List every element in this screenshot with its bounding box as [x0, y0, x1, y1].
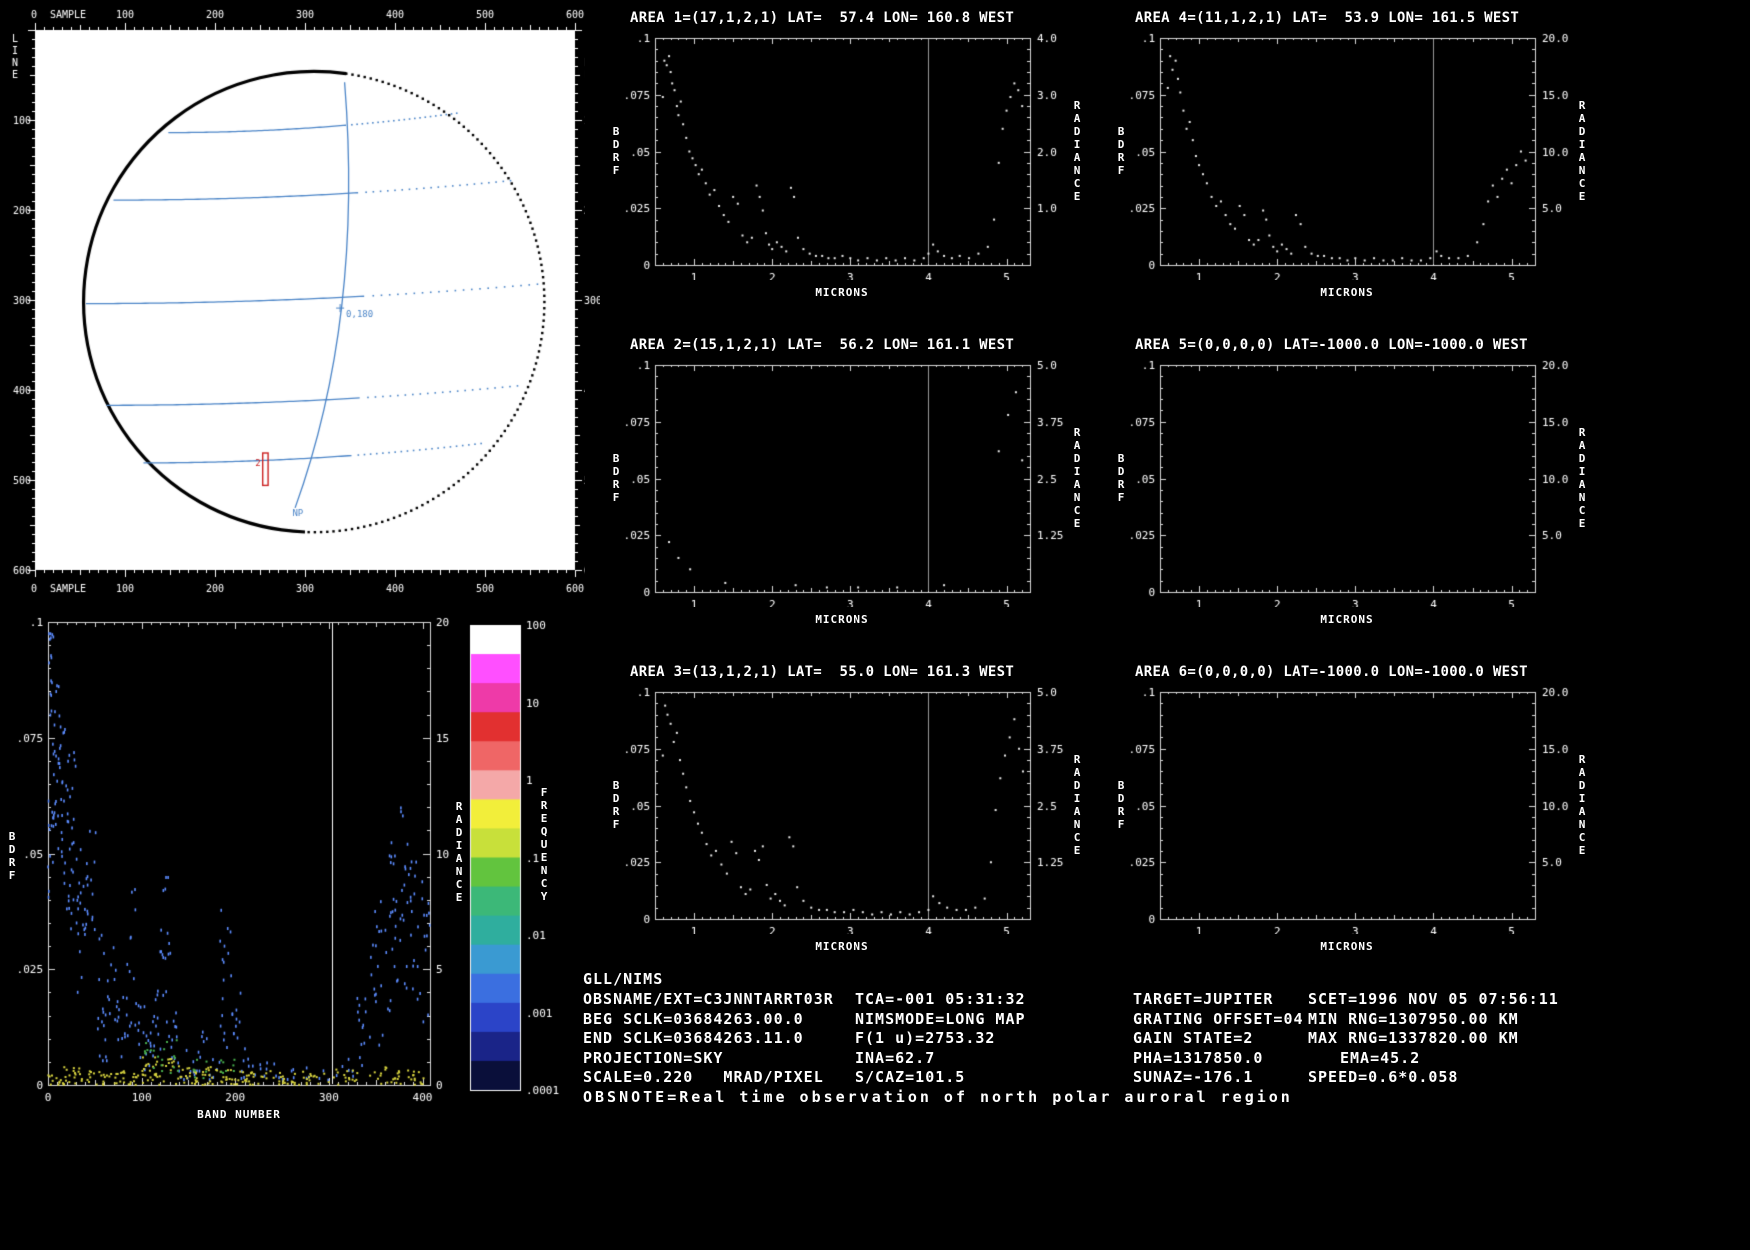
info-min-rng: MIN RNG=1307950.00 KM	[1308, 1010, 1519, 1028]
spectrum-title-area5: AREA 5=(0,0,0,0) LAT=-1000.0 LON=-1000.0…	[1135, 337, 1528, 353]
spectrum-title-area2: AREA 2=(15,1,2,1) LAT= 56.2 LON= 161.1 W…	[630, 337, 1015, 353]
info-max-rng: MAX RNG=1337820.00 KM	[1308, 1029, 1519, 1047]
bdrf-axis-label: BDRF	[612, 779, 620, 831]
info-scale: SCALE=0.220 MRAD/PIXEL	[583, 1068, 824, 1086]
spectrum-plot-area2	[585, 357, 1085, 607]
spectrum-plot-area3	[585, 684, 1085, 934]
info-pha: PHA=1317850.0	[1133, 1049, 1264, 1067]
bdrf-axis-label: BDRF	[612, 125, 620, 177]
band-spectrum-plot	[0, 610, 466, 1120]
info-obsname: OBSNAME/EXT=C3JNNTARRT03R	[583, 990, 834, 1008]
radiance-axis-label: RADIANCE	[1578, 753, 1586, 857]
info-beg-sclk: BEG SCLK=03684263.00.0	[583, 1010, 804, 1028]
info-ina: INA=62.7	[855, 1049, 936, 1067]
info-nimsmode: NIMSMODE=LONG MAP	[855, 1010, 1026, 1028]
info-obsnote: OBSNOTE=Real time observation of north p…	[583, 1088, 1293, 1106]
microns-axis-label: MICRONS	[815, 286, 869, 299]
spectrum-plot-area6	[1090, 684, 1590, 934]
info-sunaz: SUNAZ=-176.1	[1133, 1068, 1254, 1086]
nims-display-screen: { "colors": {"background":"#000000","for…	[0, 0, 1750, 1250]
info-projection: PROJECTION=SKY	[583, 1049, 724, 1067]
spectrum-title-area3: AREA 3=(13,1,2,1) LAT= 55.0 LON= 161.3 W…	[630, 664, 1015, 680]
microns-axis-label: MICRONS	[815, 613, 869, 626]
spectrum-plot-area5	[1090, 357, 1590, 607]
bdrf-axis-label: BDRF	[612, 452, 620, 504]
info-grating-offset: GRATING OFFSET=04	[1133, 1010, 1304, 1028]
spectrum-title-area4: AREA 4=(11,1,2,1) LAT= 53.9 LON= 161.5 W…	[1135, 10, 1520, 26]
frequency-label: FREQUENCY	[540, 786, 548, 903]
info-scet: SCET=1996 NOV 05 07:56:11	[1308, 990, 1559, 1008]
radiance-axis-label: RADIANCE	[1073, 753, 1081, 857]
info-ema: EMA=45.2	[1340, 1049, 1421, 1067]
band-number-axis-label: BAND NUMBER	[197, 1108, 281, 1121]
spectrum-title-area1: AREA 1=(17,1,2,1) LAT= 57.4 LON= 160.8 W…	[630, 10, 1015, 26]
radiance-axis-label: RADIANCE	[1073, 426, 1081, 530]
info-gain-state: GAIN STATE=2	[1133, 1029, 1254, 1047]
radiance-axis-label: RADIANCE	[455, 800, 463, 904]
bdrf-axis-label: BDRF	[1117, 452, 1125, 504]
radiance-axis-label: RADIANCE	[1578, 99, 1586, 203]
bdrf-axis-label: BDRF	[1117, 125, 1125, 177]
info-speed: SPEED=0.6*0.058	[1308, 1068, 1459, 1086]
sky-projection-map-canvas	[0, 0, 600, 600]
instrument-title: GLL/NIMS	[583, 970, 664, 988]
radiance-axis-label: RADIANCE	[1073, 99, 1081, 203]
spectrum-title-area6: AREA 6=(0,0,0,0) LAT=-1000.0 LON=-1000.0…	[1135, 664, 1528, 680]
spectrum-plot-area1	[585, 30, 1085, 280]
radiance-axis-label: RADIANCE	[1578, 426, 1586, 530]
spectrum-plot-area4	[1090, 30, 1590, 280]
info-end-sclk: END SCLK=03684263.11.0	[583, 1029, 804, 1047]
info-scaz: S/CAZ=101.5	[855, 1068, 966, 1086]
info-tca: TCA=-001 05:31:32	[855, 990, 1026, 1008]
microns-axis-label: MICRONS	[1320, 940, 1374, 953]
info-f1u: F(1 u)=2753.32	[855, 1029, 996, 1047]
bdrf-axis-label: BDRF	[1117, 779, 1125, 831]
info-target: TARGET=JUPITER	[1133, 990, 1274, 1008]
frequency-colorbar	[468, 610, 598, 1110]
microns-axis-label: MICRONS	[1320, 613, 1374, 626]
microns-axis-label: MICRONS	[815, 940, 869, 953]
bdrf-axis-label: BDRF	[8, 830, 16, 882]
microns-axis-label: MICRONS	[1320, 286, 1374, 299]
